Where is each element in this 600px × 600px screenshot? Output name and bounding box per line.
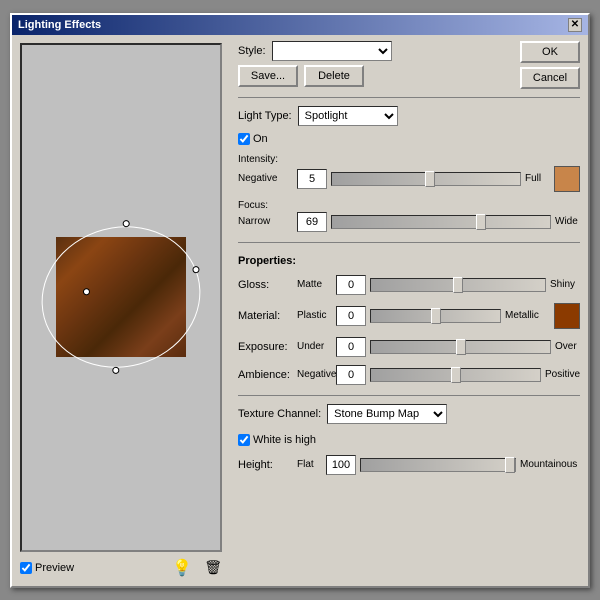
dialog-title: Lighting Effects: [18, 19, 101, 31]
intensity-left-label: Negative: [238, 173, 293, 184]
top-control-point[interactable]: [122, 219, 131, 228]
intensity-right-label: Full: [525, 173, 550, 184]
trash-icon[interactable]: 🗑: [204, 559, 222, 576]
cancel-button[interactable]: Cancel: [520, 67, 580, 89]
exposure-slider[interactable]: [370, 340, 551, 354]
gloss-right-label: Shiny: [550, 279, 580, 290]
focus-value[interactable]: [297, 212, 327, 232]
exposure-right-label: Over: [555, 341, 580, 352]
preview-label: Preview: [35, 562, 74, 574]
light-type-select[interactable]: Spotlight Omni Directional: [298, 106, 398, 126]
focus-header: Focus:: [238, 200, 580, 211]
on-checkbox-row: On: [238, 133, 580, 145]
lighting-effects-dialog: Lighting Effects ✕: [10, 13, 590, 588]
intensity-color-swatch[interactable]: [554, 166, 580, 192]
focus-controls: Narrow Wide: [238, 212, 580, 232]
ambience-value[interactable]: [336, 365, 366, 385]
ambience-row: Ambience: Negative Positive: [238, 365, 580, 385]
left-panel: Preview 💡 🗑: [12, 35, 230, 586]
gloss-controls: Gloss: Matte Shiny: [238, 275, 580, 295]
separator-1: [238, 97, 580, 98]
save-button[interactable]: Save...: [238, 65, 298, 87]
height-left-label: Flat: [297, 459, 322, 470]
delete-button[interactable]: Delete: [304, 65, 364, 87]
focus-left-label: Narrow: [238, 216, 293, 227]
intensity-row: Intensity: Negative Full: [238, 154, 580, 192]
ambience-controls: Ambience: Negative Positive: [238, 365, 580, 385]
focus-slider[interactable]: [331, 215, 551, 229]
intensity-slider[interactable]: [331, 172, 521, 186]
preview-image: [56, 237, 186, 357]
material-controls: Material: Plastic Metallic: [238, 303, 580, 329]
close-button[interactable]: ✕: [568, 18, 582, 32]
on-checkbox[interactable]: [238, 133, 250, 145]
material-label: Material:: [238, 310, 293, 322]
style-label: Style:: [238, 45, 266, 57]
ambience-right-label: Positive: [545, 369, 580, 380]
bottom-control-point[interactable]: [112, 366, 121, 375]
intensity-value[interactable]: [297, 169, 327, 189]
height-right-label: Mountainous: [520, 459, 580, 470]
style-select[interactable]: [272, 41, 392, 61]
height-value[interactable]: [326, 455, 356, 475]
texture-channel-row: Texture Channel: Stone Bump Map None Red…: [238, 404, 580, 424]
focus-right-label: Wide: [555, 216, 580, 227]
right-control-point[interactable]: [192, 265, 201, 274]
material-right-label: Metallic: [505, 310, 550, 321]
texture-channel-label: Texture Channel:: [238, 408, 321, 420]
save-delete-row: Save... Delete: [238, 65, 514, 87]
intensity-header: Intensity:: [238, 154, 580, 165]
preview-canvas: [22, 45, 220, 550]
ok-cancel-area: OK Cancel: [520, 41, 580, 89]
properties-label: Properties:: [238, 255, 580, 267]
height-label: Height:: [238, 459, 293, 471]
style-area: Style: Save... Delete: [238, 41, 514, 87]
focus-row: Focus: Narrow Wide: [238, 200, 580, 232]
style-row: Style:: [238, 41, 514, 61]
lightbulb-icon[interactable]: 💡: [172, 558, 192, 578]
material-left-label: Plastic: [297, 310, 332, 321]
material-color-swatch[interactable]: [554, 303, 580, 329]
gloss-slider[interactable]: [370, 278, 546, 292]
style-ok-area: Style: Save... Delete OK Cancel: [238, 41, 580, 89]
gloss-left-label: Matte: [297, 279, 332, 290]
gloss-label: Gloss:: [238, 279, 293, 291]
separator-3: [238, 395, 580, 396]
light-type-label: Light Type:: [238, 110, 292, 122]
height-slider[interactable]: [360, 458, 516, 472]
preview-checkbox[interactable]: [20, 562, 32, 574]
gloss-row: Gloss: Matte Shiny: [238, 275, 580, 295]
preview-area: [20, 43, 222, 552]
intensity-label: Intensity:: [238, 154, 278, 165]
exposure-controls: Exposure: Under Over: [238, 337, 580, 357]
exposure-left-label: Under: [297, 341, 332, 352]
ambience-left-label: Negative: [297, 369, 332, 380]
on-label: On: [253, 133, 268, 145]
ok-button[interactable]: OK: [520, 41, 580, 63]
texture-channel-select[interactable]: Stone Bump Map None Red Green Blue: [327, 404, 447, 424]
right-panel: Style: Save... Delete OK Cancel: [230, 35, 588, 586]
exposure-label: Exposure:: [238, 341, 293, 353]
preview-icons: 💡 🗑: [172, 558, 222, 578]
white-is-high-row: White is high: [238, 434, 580, 446]
material-row: Material: Plastic Metallic: [238, 303, 580, 329]
ambience-label: Ambience:: [238, 369, 293, 381]
material-value[interactable]: [336, 306, 366, 326]
light-type-row: Light Type: Spotlight Omni Directional: [238, 106, 580, 126]
exposure-row: Exposure: Under Over: [238, 337, 580, 357]
height-controls: Height: Flat Mountainous: [238, 455, 580, 475]
preview-controls: Preview 💡 🗑: [20, 558, 222, 578]
preview-checkbox-label[interactable]: Preview: [20, 562, 74, 574]
exposure-value[interactable]: [336, 337, 366, 357]
white-is-high-checkbox[interactable]: [238, 434, 250, 446]
intensity-controls: Negative Full: [238, 166, 580, 192]
white-is-high-label: White is high: [253, 434, 316, 446]
gloss-value[interactable]: [336, 275, 366, 295]
title-bar: Lighting Effects ✕: [12, 15, 588, 35]
ambience-slider[interactable]: [370, 368, 541, 382]
height-row: Height: Flat Mountainous: [238, 455, 580, 475]
separator-2: [238, 242, 580, 243]
material-slider[interactable]: [370, 309, 501, 323]
focus-label: Focus:: [238, 200, 268, 211]
